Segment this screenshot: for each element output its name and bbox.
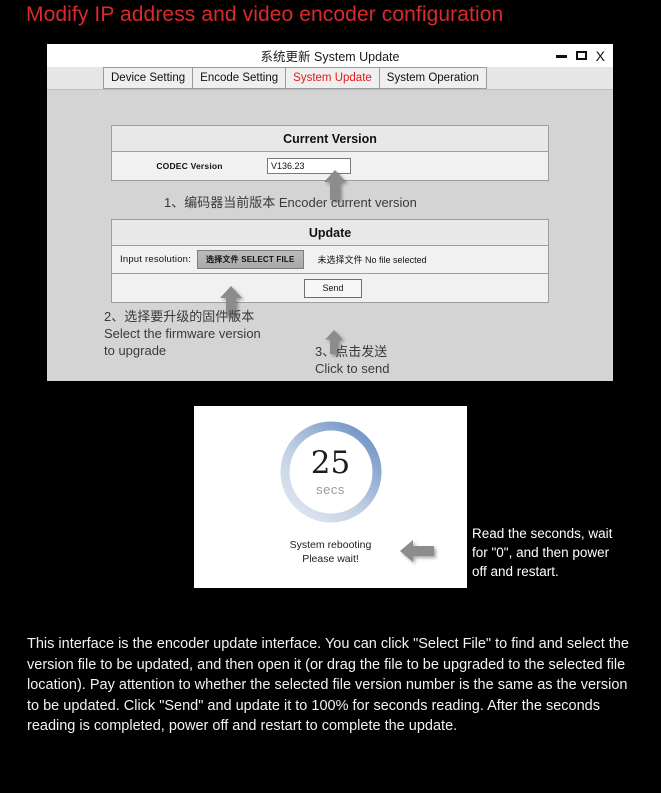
maximize-button[interactable] [575, 51, 587, 60]
annotation-step-1: 1、编码器当前版本 Encoder current version [164, 195, 417, 210]
tab-bar: Device Setting Encode Setting System Upd… [47, 67, 613, 90]
no-file-selected-text: 未选择文件 No file selected [317, 255, 427, 265]
window-controls: X [555, 44, 605, 67]
minimize-button[interactable] [555, 53, 567, 58]
countdown-unit: secs [316, 481, 345, 497]
tab-encode-setting[interactable]: Encode Setting [192, 67, 286, 89]
window-title: 系统更新 System Update [260, 50, 400, 64]
select-file-row: Input resolution: 选择文件 SELECT FILE 未选择文件… [112, 246, 548, 274]
countdown-seconds: 25 [310, 444, 351, 481]
page-title: Modify IP address and video encoder conf… [26, 3, 504, 26]
tab-system-update[interactable]: System Update [285, 67, 379, 89]
update-panel: Update Input resolution: 选择文件 SELECT FIL… [111, 219, 549, 303]
annotation-step-3: 3、点击发送 Click to send [315, 344, 390, 376]
codec-version-label: CODEC Version [156, 161, 223, 171]
tab-device-setting[interactable]: Device Setting [103, 67, 193, 89]
countdown-value-group: 25 secs [277, 418, 385, 526]
send-row: Send [112, 274, 548, 302]
system-update-window: 系统更新 System Update X Device Setting Enco… [47, 44, 613, 381]
description-paragraph: This interface is the encoder update int… [27, 636, 629, 734]
send-button[interactable]: Send [304, 278, 362, 298]
window-content: Current Version CODEC Version V136.23 1、… [47, 90, 613, 381]
update-header: Update [112, 220, 548, 246]
minimize-icon [555, 55, 567, 58]
current-version-header: Current Version [112, 126, 548, 152]
window-titlebar: 系统更新 System Update X [47, 44, 613, 67]
countdown-ring: 25 secs [277, 418, 385, 526]
select-file-button[interactable]: 选择文件 SELECT FILE [197, 250, 304, 269]
side-note: Read the seconds, wait for "0", and then… [472, 526, 613, 579]
input-resolution-label: Input resolution: [120, 254, 191, 265]
tab-system-operation[interactable]: System Operation [378, 67, 487, 89]
annotation-step-2: 2、选择要升级的固件版本 Select the firmware version… [104, 309, 261, 358]
close-button[interactable]: X [596, 49, 605, 63]
maximize-icon [575, 51, 587, 60]
arrow-left-reboot-icon [400, 540, 434, 562]
